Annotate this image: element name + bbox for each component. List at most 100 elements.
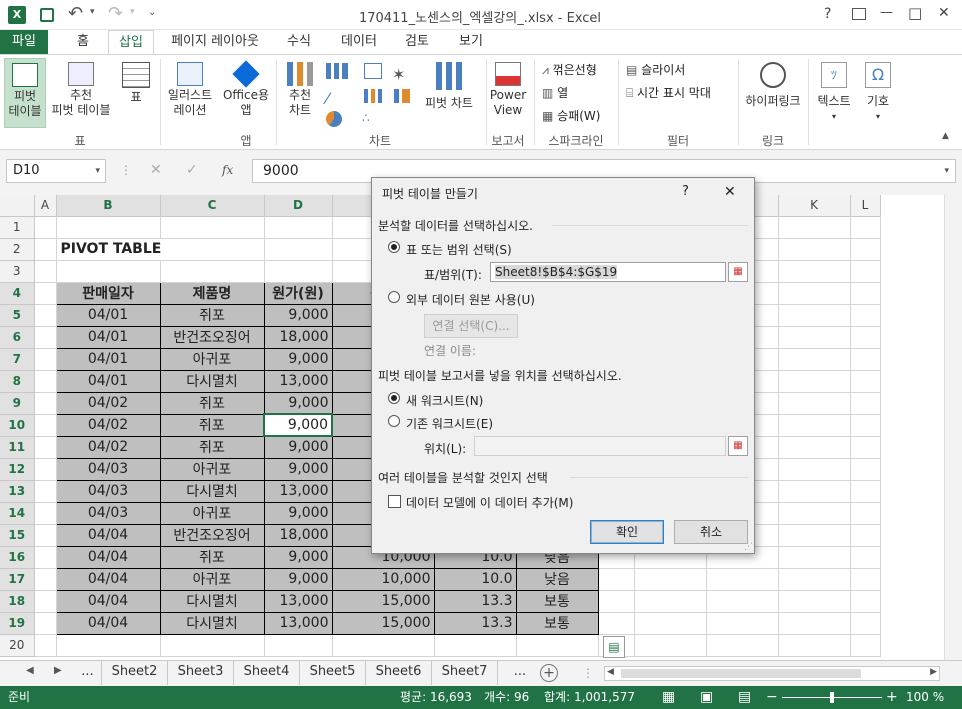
cell[interactable] bbox=[778, 612, 851, 635]
radio-new-worksheet-label[interactable]: 새 워크시트(N) bbox=[406, 392, 483, 409]
radio-existing-worksheet[interactable] bbox=[388, 415, 400, 427]
select-all-corner[interactable] bbox=[0, 195, 35, 217]
scatter-chart-icon[interactable]: ∴ bbox=[362, 111, 370, 125]
save-icon[interactable] bbox=[40, 8, 54, 22]
customize-qat-icon[interactable]: ⌄ bbox=[148, 7, 156, 18]
table-cell[interactable]: 04/01 bbox=[55, 303, 161, 327]
table-cell[interactable]: 04/03 bbox=[55, 479, 161, 503]
table-cell[interactable]: 반건조오징어 bbox=[159, 523, 265, 547]
cell[interactable] bbox=[56, 260, 161, 283]
row-header[interactable]: 11 bbox=[0, 436, 35, 459]
cell[interactable] bbox=[850, 590, 881, 613]
cell[interactable] bbox=[56, 634, 161, 657]
tab-home[interactable]: 홈 bbox=[60, 30, 106, 54]
row-header[interactable]: 6 bbox=[0, 326, 35, 349]
cancel-formula-icon[interactable]: ✕ bbox=[150, 162, 162, 178]
radio-new-worksheet[interactable] bbox=[388, 392, 400, 404]
cell[interactable] bbox=[34, 414, 57, 437]
cell[interactable] bbox=[634, 612, 707, 635]
cell[interactable] bbox=[34, 458, 57, 481]
excel-logo-icon[interactable]: X bbox=[8, 6, 26, 24]
table-cell[interactable]: 다시멸치 bbox=[159, 369, 265, 393]
row-header[interactable]: 19 bbox=[0, 612, 35, 635]
cell[interactable] bbox=[850, 216, 881, 239]
radio-external-source[interactable] bbox=[388, 291, 400, 303]
table-cell[interactable]: 04/04 bbox=[55, 589, 161, 613]
cell[interactable] bbox=[778, 502, 851, 525]
waterfall-chart-icon[interactable] bbox=[364, 89, 382, 103]
cell[interactable] bbox=[778, 436, 851, 459]
ribbon-display-icon[interactable] bbox=[852, 8, 866, 20]
cell[interactable] bbox=[34, 282, 57, 305]
power-view-button[interactable]: Power View bbox=[488, 58, 528, 128]
sheet-tab[interactable]: Sheet2 bbox=[102, 661, 168, 685]
pivot-chart-button[interactable]: 피벗 차트 bbox=[420, 58, 478, 128]
row-header[interactable]: 20 bbox=[0, 634, 35, 657]
table-cell[interactable]: 04/01 bbox=[55, 369, 161, 393]
expand-formula-icon[interactable]: ▾ bbox=[944, 160, 949, 182]
table-cell[interactable]: 9,000 bbox=[263, 347, 333, 371]
sheet-tab[interactable]: Sheet4 bbox=[234, 661, 300, 685]
cell[interactable] bbox=[34, 546, 57, 569]
table-cell[interactable]: 13.3 bbox=[433, 589, 517, 613]
text-button[interactable]: ﾂ 텍스트 ▾ bbox=[812, 58, 856, 128]
radio-existing-worksheet-label[interactable]: 기존 워크시트(E) bbox=[406, 415, 493, 432]
cell[interactable] bbox=[778, 546, 851, 569]
cell[interactable] bbox=[850, 436, 881, 459]
table-cell[interactable]: 13,000 bbox=[263, 369, 333, 393]
table-cell[interactable]: 04/02 bbox=[55, 391, 161, 415]
sparkline-column-button[interactable]: ▥ 열 bbox=[542, 84, 568, 101]
table-cell[interactable]: 아귀포 bbox=[159, 347, 265, 371]
cell[interactable] bbox=[34, 304, 57, 327]
tab-formulas[interactable]: 수식 bbox=[276, 30, 322, 54]
table-cell[interactable]: 9,000 bbox=[263, 567, 333, 591]
table-cell[interactable]: 낮음 bbox=[515, 567, 599, 591]
cell[interactable] bbox=[778, 524, 851, 547]
cell[interactable] bbox=[160, 216, 265, 239]
tab-insert[interactable]: 삽입 bbox=[108, 30, 154, 55]
table-cell[interactable]: 04/02 bbox=[55, 413, 161, 437]
table-cell[interactable]: 13.3 bbox=[433, 611, 517, 635]
table-cell[interactable]: 04/03 bbox=[55, 501, 161, 525]
range-input[interactable]: Sheet8!$B$4:$G$19 bbox=[490, 262, 726, 282]
cell[interactable] bbox=[34, 348, 57, 371]
table-cell[interactable]: 04/02 bbox=[55, 435, 161, 459]
row-header[interactable]: 16 bbox=[0, 546, 35, 569]
tab-view[interactable]: 보기 bbox=[448, 30, 494, 54]
cell[interactable] bbox=[778, 370, 851, 393]
cell[interactable] bbox=[850, 502, 881, 525]
illustrations-button[interactable]: 일러스트 레이션 bbox=[164, 58, 216, 128]
table-cell[interactable]: 13,000 bbox=[263, 611, 333, 635]
range-collapse-icon[interactable]: ▦ bbox=[728, 262, 748, 282]
table-cell[interactable]: 04/04 bbox=[55, 545, 161, 569]
resize-grip-icon[interactable]: ⋰ bbox=[744, 542, 753, 552]
row-header[interactable]: 5 bbox=[0, 304, 35, 327]
table-cell[interactable]: 반건조오징어 bbox=[159, 325, 265, 349]
row-header[interactable]: 7 bbox=[0, 348, 35, 371]
cell[interactable] bbox=[634, 568, 707, 591]
cell[interactable] bbox=[598, 568, 635, 591]
row-header[interactable]: 4 bbox=[0, 282, 35, 305]
table-cell[interactable]: 아귀포 bbox=[159, 501, 265, 525]
table-header-cell[interactable]: 제품명 bbox=[159, 281, 265, 305]
horizontal-scrollbar[interactable]: ◀ ▶ bbox=[604, 666, 940, 681]
pivot-table-button[interactable]: 피벗 테이블 bbox=[4, 58, 46, 128]
add-sheet-icon[interactable]: + bbox=[540, 664, 558, 682]
cell[interactable] bbox=[850, 282, 881, 305]
table-cell[interactable]: 보통 bbox=[515, 611, 599, 635]
timeline-button[interactable]: ⌸ 시간 표시 막대 bbox=[626, 84, 711, 101]
table-cell[interactable]: 13,000 bbox=[263, 589, 333, 613]
cell[interactable] bbox=[598, 612, 635, 635]
table-cell[interactable]: 9,000 bbox=[263, 435, 333, 459]
row-header[interactable]: 13 bbox=[0, 480, 35, 503]
radio-table-range[interactable] bbox=[388, 241, 400, 253]
help-button[interactable]: ? bbox=[824, 6, 831, 22]
line-chart-icon[interactable]: ⁄ bbox=[326, 89, 329, 108]
table-cell[interactable]: 9,000 bbox=[263, 303, 333, 327]
add-data-model-checkbox[interactable] bbox=[388, 495, 401, 508]
cell[interactable] bbox=[332, 634, 435, 657]
cell[interactable] bbox=[778, 392, 851, 415]
enter-formula-icon[interactable]: ✓ bbox=[186, 162, 198, 178]
cell[interactable] bbox=[56, 216, 161, 239]
cell[interactable] bbox=[706, 590, 779, 613]
